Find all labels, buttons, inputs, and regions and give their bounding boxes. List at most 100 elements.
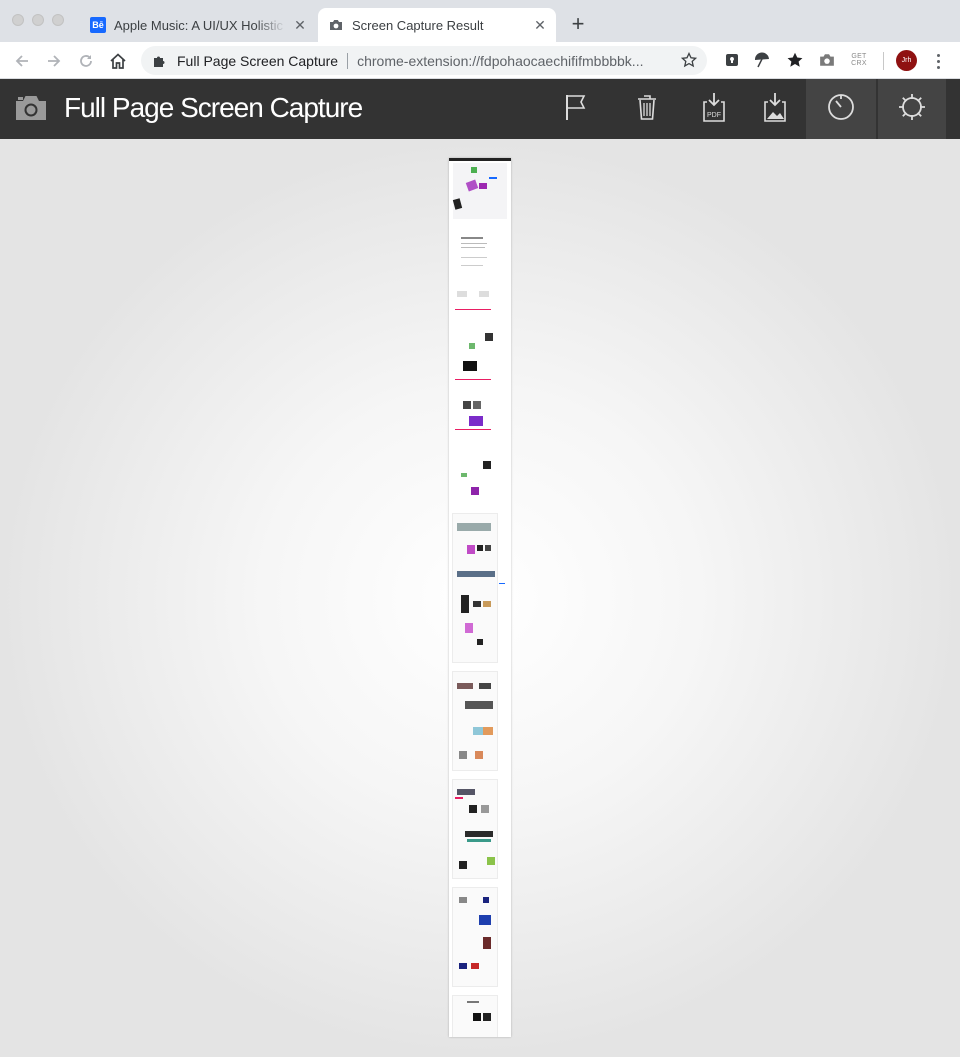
forward-icon[interactable] — [43, 50, 65, 72]
thumbnail-hero — [453, 163, 507, 219]
thumbnail-graphic — [485, 545, 491, 551]
omnibox-divider — [347, 52, 349, 69]
timer-button[interactable] — [806, 79, 876, 139]
captured-page-thumbnail[interactable] — [449, 158, 511, 1037]
thumbnail-graphic — [457, 683, 473, 689]
get-crx-icon[interactable]: GET CRX — [849, 50, 869, 70]
thumbnail-graphic — [457, 523, 491, 531]
thumbnail-graphic — [465, 831, 493, 837]
thumbnail-graphic — [465, 623, 473, 633]
flag-icon — [564, 93, 588, 126]
camera-icon — [328, 17, 344, 33]
tab-close-icon[interactable]: ✕ — [292, 17, 308, 33]
settings-icon — [897, 92, 927, 127]
app-title: Full Page Screen Capture — [64, 92, 363, 123]
thumbnail-graphic — [479, 183, 487, 189]
download-pdf-icon: PDF — [701, 92, 727, 127]
puzzle-piece-icon — [152, 53, 168, 69]
thumbnail-graphic — [471, 963, 479, 969]
thumbnail-graphic — [465, 701, 493, 709]
thumbnail-graphic — [459, 861, 467, 869]
bookmark-star-icon[interactable] — [785, 50, 805, 70]
browser-tab-strip: Bē Apple Music: A UI/UX Holistic C ✕ Scr… — [0, 0, 960, 42]
app-header: Full Page Screen Capture PDF — [0, 79, 960, 139]
site-name: Full Page Screen Capture — [177, 52, 339, 69]
thumbnail-graphic — [487, 857, 495, 865]
thumbnail-graphic — [469, 343, 475, 349]
tab-close-icon[interactable]: ✕ — [532, 17, 548, 33]
bookmark-star-icon[interactable] — [680, 51, 698, 68]
thumbnail-graphic — [483, 897, 489, 903]
thumbnail-graphic — [473, 601, 481, 607]
thumbnail-graphic — [459, 751, 467, 759]
thumbnail-graphic — [483, 1013, 491, 1021]
thumbnail-graphic — [463, 361, 477, 371]
tab-apple-music[interactable]: Bē Apple Music: A UI/UX Holistic C ✕ — [80, 8, 316, 42]
back-icon[interactable] — [11, 50, 33, 72]
thumbnail-graphic — [471, 167, 477, 173]
thumbnail-graphic — [467, 839, 491, 842]
url-text[interactable]: chrome-extension://fdpohaocaechififmbbbb… — [357, 53, 677, 69]
thumbnail-graphic — [485, 333, 493, 341]
reload-icon[interactable] — [75, 50, 97, 72]
browser-toolbar: Full Page Screen Capture chrome-extensio… — [0, 42, 960, 79]
thumbnail-graphic — [455, 429, 491, 430]
window-minimize-button[interactable] — [32, 14, 44, 26]
thumbnail-graphic — [469, 416, 483, 426]
thumbnail-graphic — [467, 545, 475, 554]
thumbnail-graphic — [461, 595, 469, 613]
new-tab-button[interactable]: + — [566, 13, 590, 37]
download-pdf-button[interactable]: PDF — [679, 79, 749, 139]
thumbnail-graphic — [459, 897, 467, 903]
camera-icon[interactable] — [817, 50, 837, 70]
thumbnail-text — [467, 1001, 479, 1003]
thumbnail-graphic — [473, 401, 481, 409]
trash-icon — [636, 93, 658, 126]
thumbnail-graphic — [483, 727, 493, 735]
window-zoom-button[interactable] — [52, 14, 64, 26]
thumbnail-graphic — [457, 571, 495, 577]
thumbnail-text — [461, 265, 483, 266]
toolbar-divider — [883, 52, 884, 70]
download-image-button[interactable] — [740, 79, 810, 139]
settings-button[interactable] — [876, 79, 946, 139]
thumbnail-graphic — [475, 751, 483, 759]
thumbnail-text — [461, 257, 487, 258]
thumbnail-graphic — [455, 379, 491, 380]
thumbnail-graphic — [499, 583, 505, 584]
thumbnail-graphic — [455, 797, 463, 799]
thumbnail-graphic — [473, 727, 483, 735]
thumbnail-graphic — [483, 601, 491, 607]
profile-avatar[interactable]: Jrh — [896, 50, 917, 71]
thumbnail-page-card — [452, 513, 498, 663]
window-close-button[interactable] — [12, 14, 24, 26]
download-image-icon — [762, 92, 788, 127]
delete-button[interactable] — [612, 79, 682, 139]
address-bar[interactable]: Full Page Screen Capture chrome-extensio… — [141, 46, 707, 75]
thumbnail-graphic — [457, 789, 475, 795]
browser-menu-icon[interactable] — [930, 51, 946, 71]
behance-icon: Bē — [90, 17, 106, 33]
thumbnail-graphic — [477, 639, 483, 645]
home-icon[interactable] — [107, 50, 129, 72]
flag-button[interactable] — [541, 79, 611, 139]
thumbnail-graphic — [481, 805, 489, 813]
thumbnail-graphic — [479, 291, 489, 297]
thumbnail-graphic — [479, 915, 491, 925]
thumbnail-graphic — [479, 683, 491, 689]
tab-title: Apple Music: A UI/UX Holistic C — [114, 17, 286, 33]
thumbnail-graphic — [483, 461, 491, 469]
camera-logo-icon — [14, 93, 48, 123]
thumbnail-graphic — [471, 487, 479, 495]
thumbnail-graphic — [489, 177, 497, 179]
umbrella-icon[interactable] — [752, 50, 772, 70]
svg-text:PDF: PDF — [707, 112, 721, 119]
thumbnail-graphic — [459, 963, 467, 969]
capture-stage — [0, 139, 960, 1057]
thumbnail-text — [461, 247, 485, 248]
pocket-icon[interactable] — [722, 50, 742, 70]
timer-icon — [827, 93, 855, 126]
thumbnail-graphic — [461, 473, 467, 477]
tab-screen-capture-result[interactable]: Screen Capture Result ✕ — [318, 8, 556, 42]
thumbnail-text — [461, 237, 483, 239]
